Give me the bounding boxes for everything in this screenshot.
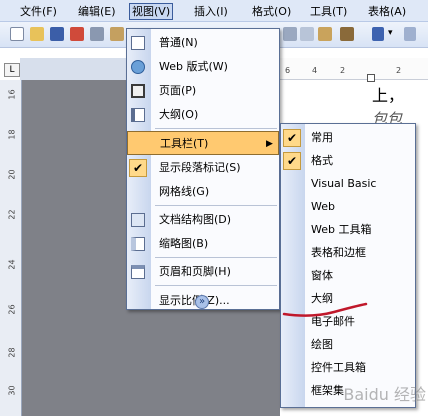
toolbars-submenu: ✔ 常用 ✔ 格式 Visual Basic Web Web 工具箱 表格和边框… [280, 123, 416, 408]
toolbar-item-forms[interactable]: 窗体 [281, 264, 415, 287]
menu-table[interactable]: 表格(A) [366, 3, 408, 20]
normal-view-icon [131, 36, 145, 50]
open-folder-icon[interactable] [30, 27, 44, 41]
toolbar-item-web[interactable]: Web [281, 195, 415, 218]
menu-bar: 文件(F) 编辑(E) 视图(V) 插入(I) 格式(O) 工具(T) 表格(A… [0, 0, 428, 22]
menu-file[interactable]: 文件(F) [18, 3, 59, 20]
menu-item-label: 控件工具箱 [311, 361, 366, 374]
toolbar-item-visual-basic[interactable]: Visual Basic [281, 172, 415, 195]
view-menu-item-document-map[interactable]: 文档结构图(D) [127, 208, 279, 232]
menu-item-label: 页面(P) [159, 84, 197, 97]
ruler-number: 28 [7, 347, 17, 358]
menu-item-label: Web 版式(W) [159, 60, 228, 73]
toolbar-item-control-toolbox[interactable]: 控件工具箱 [281, 356, 415, 379]
cut-icon[interactable] [283, 27, 297, 41]
view-menu-item-thumbnails[interactable]: 缩略图(B) [127, 232, 279, 256]
menu-edit[interactable]: 编辑(E) [76, 3, 118, 20]
undo-icon[interactable] [372, 27, 384, 41]
menu-item-label: 缩略图(B) [159, 237, 209, 250]
menu-separator [155, 128, 277, 129]
check-icon: ✔ [129, 159, 147, 177]
outline-icon [131, 108, 145, 122]
ruler-number: 2 [396, 66, 402, 75]
permission-icon[interactable] [70, 27, 84, 41]
menu-tools[interactable]: 工具(T) [308, 3, 349, 20]
tab-selector[interactable]: L [4, 63, 20, 77]
toolbar-item-formatting[interactable]: ✔ 格式 [281, 149, 415, 172]
menu-item-label: 网格线(G) [159, 185, 210, 198]
ruler-number: 24 [7, 259, 17, 270]
toolbar-item-drawing[interactable]: 绘图 [281, 333, 415, 356]
menu-item-label: 常用 [311, 131, 333, 144]
watermark: Baidu 经验 [343, 385, 426, 404]
menu-item-label: 窗体 [311, 269, 333, 282]
menu-item-label: Visual Basic [311, 177, 377, 190]
view-menu-item-toolbars[interactable]: 工具栏(T) ▶ [127, 131, 279, 155]
copy-icon[interactable] [300, 27, 314, 41]
view-menu-item-gridlines[interactable]: 网格线(G) [127, 180, 279, 204]
save-icon[interactable] [50, 27, 64, 41]
menu-item-label: Web 工具箱 [311, 223, 372, 236]
toolbar-item-standard[interactable]: ✔ 常用 [281, 126, 415, 149]
menu-item-label: 工具栏(T) [160, 137, 209, 150]
indent-marker[interactable] [367, 74, 375, 82]
view-menu-item-outline[interactable]: 大纲(O) [127, 103, 279, 127]
check-icon: ✔ [283, 152, 301, 170]
new-document-icon[interactable] [10, 27, 24, 41]
paste-icon[interactable] [318, 27, 332, 41]
view-menu-item-normal[interactable]: 普通(N) [127, 31, 279, 55]
toolbar-item-web-tools[interactable]: Web 工具箱 [281, 218, 415, 241]
print-icon[interactable] [90, 27, 104, 41]
menu-insert[interactable]: 插入(I) [192, 3, 230, 20]
expand-menu-icon[interactable]: » [195, 295, 209, 309]
ruler-number: 6 [285, 66, 291, 75]
redo-icon[interactable] [404, 27, 416, 41]
ruler-white-section [280, 58, 428, 80]
format-painter-icon[interactable] [340, 27, 354, 41]
document-text-line1: 上， [372, 86, 405, 105]
submenu-arrow-icon: ▶ [266, 139, 273, 149]
view-menu-item-web-layout[interactable]: Web 版式(W) [127, 55, 279, 79]
ruler-number: 18 [7, 129, 17, 140]
view-menu: 普通(N) Web 版式(W) 页面(P) 大纲(O) 工具栏(T) ▶ ✔ 显… [126, 28, 280, 310]
menu-item-label: 显示段落标记(S) [159, 161, 241, 174]
page-layout-icon [131, 84, 145, 98]
menu-separator [155, 205, 277, 206]
menu-item-label: 绘图 [311, 338, 333, 351]
menu-separator [155, 257, 277, 258]
ruler-number: 22 [7, 209, 17, 220]
menu-item-label: 普通(N) [159, 36, 198, 49]
vertical-ruler[interactable]: 16 18 20 22 24 26 28 30 [0, 80, 22, 416]
ruler-number: 16 [7, 89, 17, 100]
toolbar-item-tables-borders[interactable]: 表格和边框 [281, 241, 415, 264]
undo-dropdown-icon[interactable]: ▾ [388, 28, 393, 38]
ruler-number: 2 [340, 66, 346, 75]
menu-format[interactable]: 格式(O) [250, 3, 293, 20]
menu-item-label: 表格和边框 [311, 246, 366, 259]
web-layout-icon [131, 60, 145, 74]
print-preview-icon[interactable] [110, 27, 124, 41]
ruler-number: 20 [7, 169, 17, 180]
ruler-number: 26 [7, 304, 17, 315]
check-icon: ✔ [283, 129, 301, 147]
ruler-number: 30 [7, 385, 17, 396]
menu-item-label: Web [311, 200, 335, 213]
menu-item-label: 文档结构图(D) [159, 213, 232, 226]
menu-view[interactable]: 视图(V) [129, 3, 174, 20]
view-menu-item-page[interactable]: 页面(P) [127, 79, 279, 103]
thumbnail-icon [131, 237, 145, 251]
menu-item-label: 格式 [311, 154, 333, 167]
view-menu-item-show-paragraph-marks[interactable]: ✔ 显示段落标记(S) [127, 156, 279, 180]
document-map-icon [131, 213, 145, 227]
menu-item-label: 大纲(O) [159, 108, 199, 121]
red-annotation-mark [282, 302, 368, 317]
ruler-number: 4 [312, 66, 318, 75]
